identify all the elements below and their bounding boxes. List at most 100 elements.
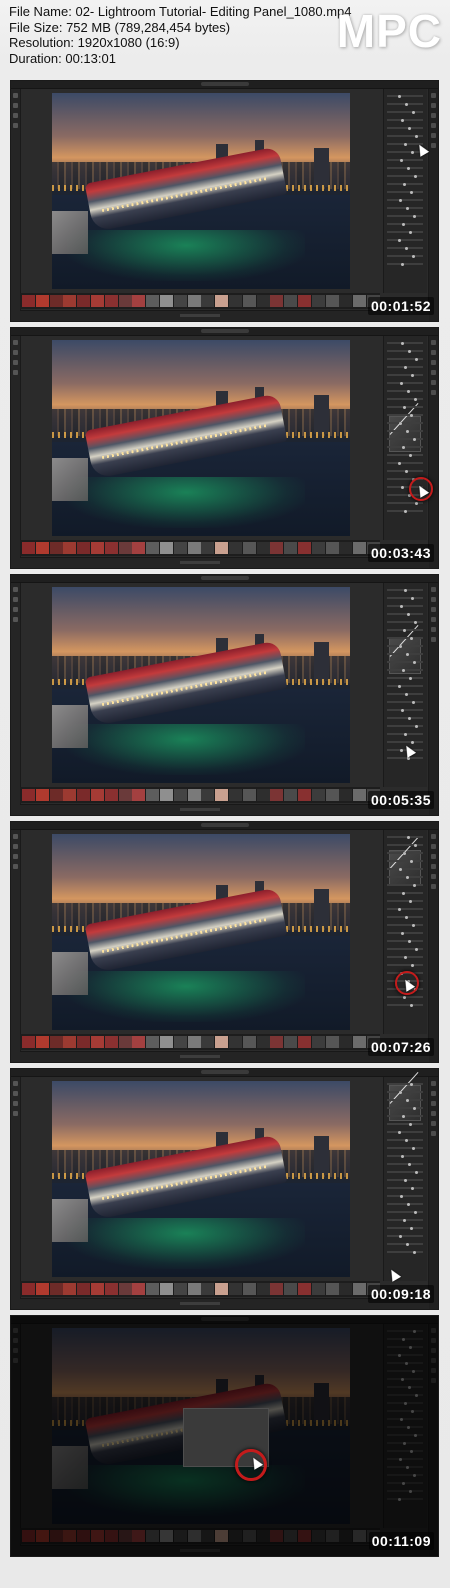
slider-track[interactable] [387,1147,423,1149]
zoom-slider[interactable] [180,314,220,317]
tool-icon[interactable] [13,607,18,612]
slider-handle[interactable] [404,732,407,736]
slider-track[interactable] [387,637,423,639]
slider-track[interactable] [387,382,423,384]
filmstrip-thumbnail[interactable] [22,1283,35,1295]
slider-handle[interactable] [405,915,408,919]
filmstrip-thumbnail[interactable] [35,542,49,554]
filmstrip-thumbnail[interactable] [242,1283,256,1295]
slider-handle[interactable] [403,1218,406,1222]
slider-handle[interactable] [415,501,418,505]
slider-track[interactable] [387,1195,423,1197]
panel-icon[interactable] [431,1091,436,1096]
slider-handle[interactable] [398,94,401,98]
slider-track[interactable] [387,231,423,233]
slider-handle[interactable] [413,660,416,664]
slider-track[interactable] [387,892,423,894]
slider-track[interactable] [387,645,423,647]
filmstrip-thumbnail[interactable] [173,789,187,801]
filmstrip-thumbnail[interactable] [187,1283,201,1295]
filmstrip-thumbnail[interactable] [22,542,35,554]
slider-handle[interactable] [403,405,406,409]
filmstrip-thumbnail[interactable] [270,789,284,801]
slider-track[interactable] [387,422,423,424]
tool-icon[interactable] [13,360,18,365]
tool-icon[interactable] [13,844,18,849]
tool-icon[interactable] [13,103,18,108]
slider-handle[interactable] [399,1090,402,1094]
panel-icon[interactable] [431,93,436,98]
slider-handle[interactable] [402,222,405,226]
slider-handle[interactable] [406,652,409,656]
tool-icon[interactable] [13,340,18,345]
slider-handle[interactable] [413,437,416,441]
panel-icon[interactable] [431,350,436,355]
slider-track[interactable] [387,1107,423,1109]
panel-icon[interactable] [431,370,436,375]
panel-icon[interactable] [431,113,436,118]
filmstrip-thumbnail[interactable] [173,295,187,307]
slider-track[interactable] [387,701,423,703]
filmstrip-thumbnail[interactable] [104,789,118,801]
slider-handle[interactable] [405,469,408,473]
slider-handle[interactable] [407,612,410,616]
filmstrip-thumbnail[interactable] [173,1283,187,1295]
slider-track[interactable] [387,613,423,615]
slider-track[interactable] [387,1163,423,1165]
tool-icon[interactable] [13,1081,18,1086]
filmstrip-thumbnail[interactable] [187,295,201,307]
filmstrip-thumbnail[interactable] [49,1036,63,1048]
slider-track[interactable] [387,207,423,209]
filmstrip-thumbnail[interactable] [160,295,173,307]
filmstrip-thumbnail[interactable] [256,542,270,554]
slider-handle[interactable] [405,246,408,250]
filmstrip-thumbnail[interactable] [242,789,256,801]
filmstrip-thumbnail[interactable] [325,542,339,554]
slider-handle[interactable] [402,1114,405,1118]
slider-track[interactable] [387,836,423,838]
filmstrip-thumbnail[interactable] [35,1036,49,1048]
slider-handle[interactable] [411,963,414,967]
slider-handle[interactable] [406,1098,409,1102]
tool-icon[interactable] [13,1091,18,1096]
slider-track[interactable] [387,95,423,97]
filmstrip-thumbnail[interactable] [160,542,173,554]
filmstrip-thumbnail[interactable] [63,789,77,801]
slider-handle[interactable] [398,238,401,242]
filmstrip-thumbnail[interactable] [270,542,284,554]
slider-track[interactable] [387,1099,423,1101]
filmstrip-thumbnail[interactable] [187,1036,201,1048]
slider-handle[interactable] [406,206,409,210]
filmstrip-thumbnail[interactable] [77,295,91,307]
filmstrip-thumbnail[interactable] [215,1283,229,1295]
filmstrip-thumbnail[interactable] [173,542,187,554]
slider-handle[interactable] [406,875,409,879]
slider-handle[interactable] [399,644,402,648]
filmstrip-thumbnail[interactable] [270,1036,284,1048]
slider-handle[interactable] [406,429,409,433]
search-field[interactable] [201,329,249,333]
filmstrip-thumbnail[interactable] [118,542,132,554]
filmstrip-thumbnail[interactable] [77,1283,91,1295]
panel-icon[interactable] [431,597,436,602]
search-field[interactable] [201,576,249,580]
slider-handle[interactable] [407,389,410,393]
filmstrip-thumbnail[interactable] [215,1036,229,1048]
search-field[interactable] [201,1070,249,1074]
slider-track[interactable] [387,1131,423,1133]
tool-icon[interactable] [13,123,18,128]
slider-track[interactable] [387,669,423,671]
slider-handle[interactable] [401,341,404,345]
filmstrip-thumbnail[interactable] [118,1283,132,1295]
panel-icon[interactable] [431,390,436,395]
tool-icon[interactable] [13,350,18,355]
slider-handle[interactable] [411,596,414,600]
slider-track[interactable] [387,677,423,679]
slider-handle[interactable] [412,1146,415,1150]
filmstrip-thumbnail[interactable] [270,1283,284,1295]
slider-handle[interactable] [414,620,417,624]
slider-handle[interactable] [409,676,412,680]
slider-track[interactable] [387,199,423,201]
slider-handle[interactable] [398,907,401,911]
filmstrip-thumbnail[interactable] [284,789,298,801]
